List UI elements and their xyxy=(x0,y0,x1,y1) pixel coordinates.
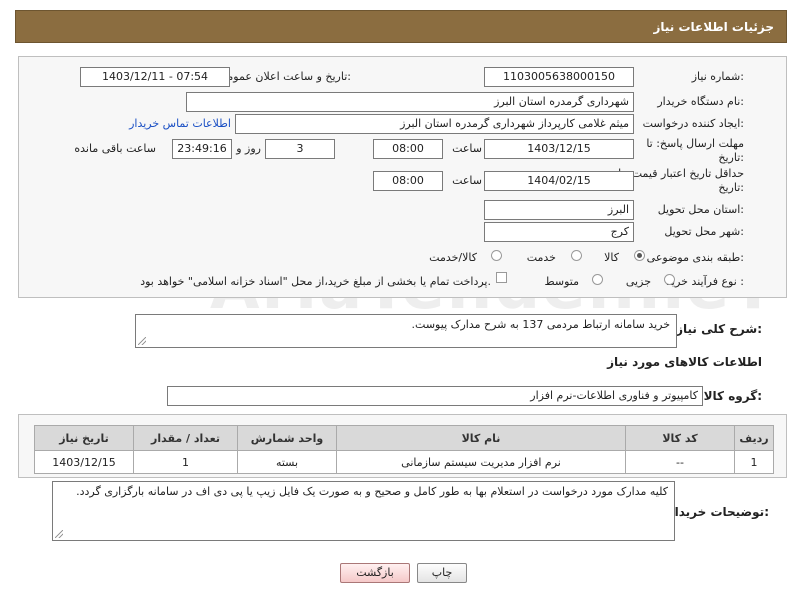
purchase-type-option-minor[interactable]: جزیی xyxy=(626,275,651,288)
price-validity-time-label: ساعت xyxy=(452,174,482,187)
purchase-type-radio-minor[interactable] xyxy=(664,274,675,285)
need-number-label: شماره نیاز: xyxy=(691,70,744,83)
col-header-qty: تعداد / مقدار xyxy=(133,425,238,451)
resize-grip-icon[interactable] xyxy=(138,337,146,345)
reply-deadline-time-field: 08:00 xyxy=(373,139,443,159)
category-radio-service[interactable] xyxy=(571,250,582,261)
reply-deadline-label-date: تاریخ: xyxy=(718,151,744,164)
need-number-field: 1103005638000150 xyxy=(484,67,634,87)
back-button[interactable]: بازگشت xyxy=(340,563,410,583)
description-field: خرید سامانه ارتباط مردمی 137 به شرح مدار… xyxy=(135,314,677,348)
category-label: طبقه بندی موضوعی: xyxy=(646,251,744,264)
delivery-city-label: شهر محل تحویل: xyxy=(664,225,744,238)
price-validity-label-date: تاریخ: xyxy=(718,181,744,194)
price-validity-label: حداقل تاریخ اعتبار قیمت: تا xyxy=(618,167,744,180)
cell-row-number: 1 xyxy=(734,450,774,474)
description-label: شرح کلی نیاز: xyxy=(676,322,762,336)
purchase-type-option-medium[interactable]: متوسط xyxy=(544,275,579,288)
delivery-province-field: البرز xyxy=(484,200,634,220)
description-text: خرید سامانه ارتباط مردمی 137 به شرح مدار… xyxy=(411,318,670,331)
treasury-payment-note: پرداخت تمام یا بخشی از مبلغ خرید،از محل … xyxy=(140,275,491,288)
print-button[interactable]: چاپ xyxy=(417,563,467,583)
col-header-date: تاریخ نیاز xyxy=(34,425,134,451)
requester-label: ایجاد کننده درخواست: xyxy=(642,117,744,130)
reply-deadline-date-field: 1403/12/15 xyxy=(484,139,634,159)
category-radio-goods[interactable] xyxy=(634,250,645,261)
goods-section-title: اطلاعات کالاهای مورد نیاز xyxy=(607,355,762,369)
purchase-type-label: نوع فرآیند خرید : xyxy=(666,275,744,288)
price-validity-date-field: 1404/02/15 xyxy=(484,171,634,191)
category-option-goods[interactable]: کالا xyxy=(604,251,619,264)
resize-grip-icon[interactable] xyxy=(55,530,63,538)
cell-item-code: -- xyxy=(625,450,735,474)
buyer-notes-label: توضیحات خریدار: xyxy=(667,505,769,519)
reply-deadline-label: مهلت ارسال پاسخ: تا xyxy=(646,137,744,150)
cell-unit: بسته xyxy=(237,450,337,474)
buyer-contact-link[interactable]: اطلاعات تماس خریدار xyxy=(129,117,231,130)
requester-field: میثم غلامی کارپرداز شهرداری گرمدره استان… xyxy=(235,114,634,134)
col-header-unit: واحد شمارش xyxy=(237,425,337,451)
buyer-notes-text: کلیه مدارک مورد درخواست در استعلام بها ب… xyxy=(76,485,668,498)
remaining-days-field: 3 xyxy=(265,139,335,159)
delivery-city-field: کرج xyxy=(484,222,634,242)
announce-datetime-field: 1403/12/11 - 07:54 xyxy=(80,67,230,87)
purchase-type-radio-medium[interactable] xyxy=(592,274,603,285)
col-header-code: کد کالا xyxy=(625,425,735,451)
cell-quantity: 1 xyxy=(133,450,238,474)
remaining-time-field: 23:49:16 xyxy=(172,139,232,159)
treasury-payment-checkbox[interactable] xyxy=(496,272,507,283)
buyer-org-field: شهرداری گرمدره استان البرز xyxy=(186,92,634,112)
cell-item-name: نرم افزار مدیریت سیستم سازمانی xyxy=(336,450,626,474)
items-table: ردیف کد کالا نام کالا واحد شمارش تعداد /… xyxy=(34,425,774,474)
category-option-goods-service[interactable]: کالا/خدمت xyxy=(429,251,477,264)
days-label: روز و xyxy=(236,142,261,155)
table-row: 1 -- نرم افزار مدیریت سیستم سازمانی بسته… xyxy=(34,450,774,474)
page-title: جزئیات اطلاعات نیاز xyxy=(653,20,774,34)
delivery-province-label: استان محل تحویل: xyxy=(657,203,744,216)
buyer-org-label: نام دستگاه خریدار: xyxy=(657,95,744,108)
category-radio-goods-service[interactable] xyxy=(491,250,502,261)
col-header-name: نام کالا xyxy=(336,425,626,451)
col-header-row: ردیف xyxy=(734,425,774,451)
page-header: جزئیات اطلاعات نیاز xyxy=(15,10,787,43)
category-option-service[interactable]: خدمت xyxy=(527,251,556,264)
buyer-notes-field: کلیه مدارک مورد درخواست در استعلام بها ب… xyxy=(52,481,675,541)
announce-datetime-label: تاریخ و ساعت اعلان عمومی: xyxy=(218,70,351,83)
price-validity-time-field: 08:00 xyxy=(373,171,443,191)
items-table-header: ردیف کد کالا نام کالا واحد شمارش تعداد /… xyxy=(34,425,774,451)
remaining-time-label: ساعت باقی مانده xyxy=(74,142,156,155)
cell-need-date: 1403/12/15 xyxy=(34,450,134,474)
reply-deadline-time-label: ساعت xyxy=(452,142,482,155)
goods-group-field: کامپیوتر و فناوری اطلاعات-نرم افزار xyxy=(167,386,703,406)
goods-group-label: گروه کالا: xyxy=(703,389,762,403)
